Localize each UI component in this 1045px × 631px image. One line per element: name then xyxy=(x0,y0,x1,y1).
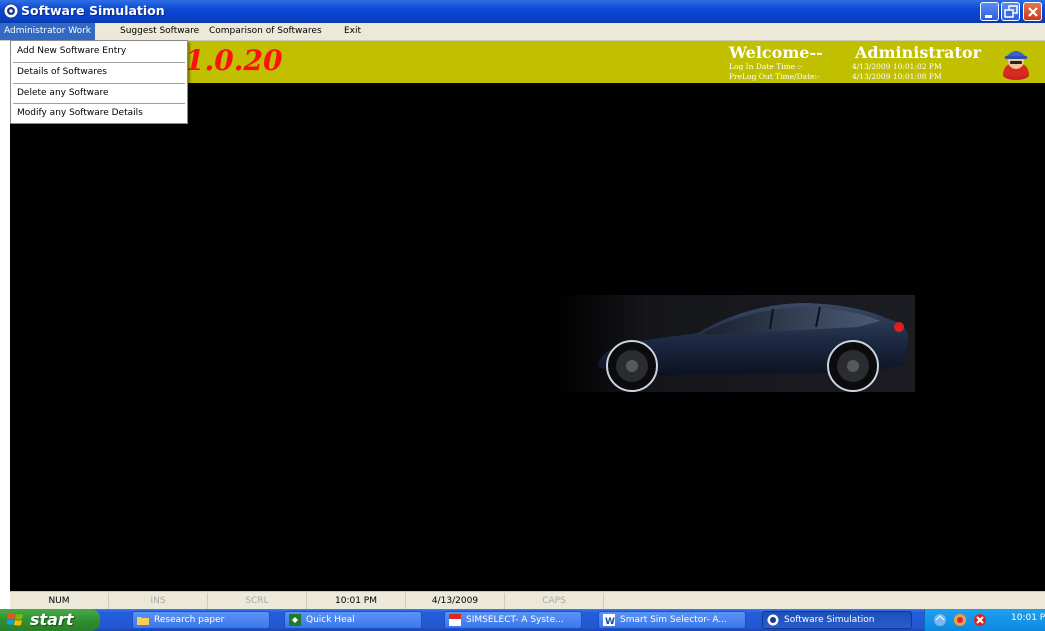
quick-heal-icon xyxy=(289,614,301,626)
start-label: start xyxy=(30,610,74,629)
version-label: 1.0.20 xyxy=(185,44,283,77)
taskbar: start Research paper Quick Heal SIMSELEC… xyxy=(0,609,1045,631)
task-research-paper[interactable]: Research paper xyxy=(132,611,270,629)
left-gutter xyxy=(0,41,10,611)
menu-bar: Administrator Work Suggest Software Comp… xyxy=(0,23,1045,41)
main-content-area xyxy=(10,83,1045,591)
menu-comparison-of-softwares[interactable]: Comparison of Softwares xyxy=(205,23,326,40)
task-label: Smart Sim Selector- A... xyxy=(620,615,728,625)
menu-exit[interactable]: Exit xyxy=(340,23,365,40)
welcome-label: Welcome-- xyxy=(729,43,823,62)
task-simselect[interactable]: SIMSELECT- A Syste... xyxy=(444,611,582,629)
status-num: NUM xyxy=(10,593,109,609)
folder-icon xyxy=(137,617,149,625)
menuitem-details-of-softwares[interactable]: Details of Softwares xyxy=(11,62,187,82)
minimize-icon[interactable] xyxy=(980,2,999,21)
restore-icon[interactable] xyxy=(1001,2,1020,21)
pdf-icon xyxy=(449,614,461,626)
network-icon[interactable] xyxy=(933,613,947,627)
concept-car-image xyxy=(558,295,915,392)
menu-suggest-software[interactable]: Suggest Software xyxy=(116,23,203,40)
window-titlebar[interactable]: Software Simulation xyxy=(0,0,1045,23)
status-caps: CAPS xyxy=(505,593,604,609)
security-icon[interactable] xyxy=(953,613,967,627)
task-software-simulation[interactable]: Software Simulation xyxy=(762,611,912,629)
menuitem-modify-any-software-details[interactable]: Modify any Software Details xyxy=(11,103,187,123)
antivirus-icon[interactable] xyxy=(973,613,987,627)
app-icon xyxy=(767,614,779,626)
windows-logo-icon xyxy=(7,613,23,626)
status-date: 4/13/2009 xyxy=(406,593,505,609)
start-button[interactable]: start xyxy=(0,609,100,631)
status-ins: INS xyxy=(109,593,208,609)
menuitem-delete-any-software[interactable]: Delete any Software xyxy=(11,83,187,103)
status-bar: NUM INS SCRL 10:01 PM 4/13/2009 CAPS xyxy=(10,591,1045,610)
close-icon[interactable] xyxy=(1023,2,1042,21)
task-quick-heal[interactable]: Quick Heal xyxy=(284,611,422,629)
login-time-label: Log In Date Time :- xyxy=(729,62,803,71)
task-smart-sim-selector[interactable]: W Smart Sim Selector- A... xyxy=(598,611,746,629)
prelogout-time-label: PreLog Out Time/Date:- xyxy=(729,72,820,81)
word-icon: W xyxy=(603,614,615,626)
system-tray: 10:01 PM xyxy=(924,609,1045,631)
menuitem-add-new-software-entry[interactable]: Add New Software Entry xyxy=(11,41,187,61)
login-time-value: 4/13/2009 10:01:02 PM xyxy=(852,62,942,71)
user-avatar-icon xyxy=(997,43,1035,81)
task-label: Quick Heal xyxy=(306,615,355,625)
menu-administrator-work[interactable]: Administrator Work xyxy=(0,23,96,40)
user-name: Administrator xyxy=(855,43,982,62)
status-scrl: SCRL xyxy=(208,593,307,609)
app-icon[interactable] xyxy=(3,3,19,19)
prelogout-time-value: 4/13/2009 10:01:08 PM xyxy=(852,72,942,81)
task-label: SIMSELECT- A Syste... xyxy=(466,615,564,625)
svg-text:W: W xyxy=(605,617,615,626)
administrator-work-dropdown: Add New Software Entry Details of Softwa… xyxy=(10,40,188,124)
task-label: Software Simulation xyxy=(784,615,875,625)
tray-clock[interactable]: 10:01 PM xyxy=(1011,613,1045,623)
task-label: Research paper xyxy=(154,615,225,625)
status-time: 10:01 PM xyxy=(307,593,406,609)
window-title: Software Simulation xyxy=(21,3,165,18)
